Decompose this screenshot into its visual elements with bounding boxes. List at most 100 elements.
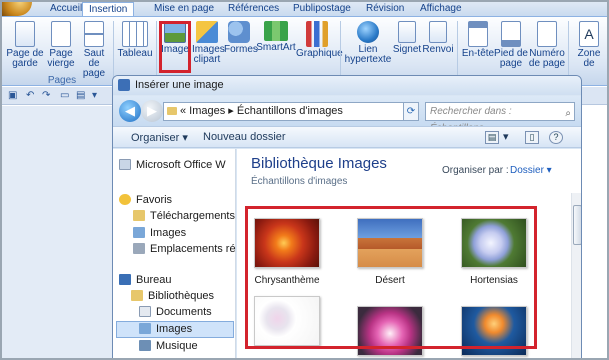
- navigation-pane: Microsoft Office W Favoris Téléchargemen…: [113, 149, 236, 358]
- document-area: [2, 106, 112, 358]
- tab-insertion[interactable]: Insertion: [82, 2, 135, 17]
- nav-item-images-selected[interactable]: Images: [116, 321, 234, 338]
- undo-icon[interactable]: ↶: [26, 91, 38, 101]
- scrollbar-thumb[interactable]: [573, 205, 581, 245]
- desktop-icon: [119, 274, 131, 285]
- arrange-by-dropdown[interactable]: Dossier ▾: [510, 165, 552, 176]
- clipart-icon: [196, 21, 218, 43]
- nav-item-musique[interactable]: Musique: [139, 340, 198, 352]
- renvoi-button[interactable]: Renvoi: [422, 19, 454, 55]
- dialog-titlebar: Insérer une image: [113, 76, 581, 95]
- tab-revision[interactable]: Révision: [360, 2, 410, 16]
- separator: [340, 21, 341, 81]
- ribbon-tab-bar: Accueil Insertion Mise en page Référence…: [2, 2, 607, 17]
- tab-publipostage[interactable]: Publipostage: [287, 2, 357, 16]
- nav-item-images-fav[interactable]: Images: [133, 227, 186, 239]
- smartart-icon: [264, 21, 288, 41]
- office-icon: [119, 159, 131, 170]
- page-de-garde-button[interactable]: Page de garde: [6, 19, 44, 69]
- nouveau-dossier-button[interactable]: Nouveau dossier: [203, 131, 286, 143]
- format-icon[interactable]: ▭: [60, 91, 72, 101]
- tableau-button[interactable]: Tableau: [116, 19, 154, 59]
- vertical-scrollbar[interactable]: [571, 193, 581, 358]
- save-icon[interactable]: ▣: [8, 91, 20, 101]
- text-box-icon: A: [579, 21, 599, 47]
- lien-hypertexte-button[interactable]: Lien hypertexte: [344, 19, 392, 65]
- preview-pane-icon[interactable]: ▯: [525, 131, 539, 144]
- back-button[interactable]: ◀: [119, 100, 141, 122]
- dialog-icon: [118, 79, 130, 91]
- view-options-icon[interactable]: ▤: [485, 131, 499, 144]
- nav-item-telechargements[interactable]: Téléchargements: [133, 210, 235, 222]
- hyperlink-globe-icon: [357, 21, 379, 43]
- office-button[interactable]: [2, 2, 32, 16]
- libraries-icon: [131, 290, 143, 301]
- library-subtitle: Échantillons d'images: [251, 176, 348, 187]
- smartart-button[interactable]: SmartArt: [256, 19, 296, 53]
- address-bar: ◀ ▶ « Images ▸ Échantillons d'images ⟳ R…: [113, 96, 581, 134]
- image-button-highlight: [159, 21, 191, 73]
- nav-item-favoris[interactable]: Favoris: [119, 194, 172, 206]
- bookmark-icon: [398, 21, 416, 43]
- downloads-folder-icon: [133, 210, 145, 221]
- command-bar: Organiser ▾ Nouveau dossier ▤ ▾ ▯ ?: [113, 126, 581, 148]
- thumbnails-highlight: [245, 206, 537, 349]
- print-icon[interactable]: ▤: [76, 91, 88, 101]
- formes-button[interactable]: Formes: [224, 19, 258, 55]
- star-icon: [119, 194, 131, 205]
- nav-item-office[interactable]: Microsoft Office W: [119, 159, 226, 171]
- breadcrumb-path: « Images ▸ Échantillons d'images: [180, 105, 343, 117]
- folder-icon: [167, 107, 177, 115]
- blank-page-icon: [51, 21, 71, 47]
- search-input[interactable]: Rechercher dans : Échantillons... ⌕: [425, 102, 575, 134]
- chart-icon: [306, 21, 328, 47]
- separator: [457, 21, 458, 81]
- refresh-button[interactable]: ⟳: [403, 102, 419, 121]
- images-folder-icon: [133, 227, 145, 238]
- en-tete-button[interactable]: En-tête: [460, 19, 496, 59]
- music-icon: [139, 340, 151, 351]
- tab-mise-en-page[interactable]: Mise en page: [148, 2, 220, 16]
- table-icon: [122, 21, 148, 47]
- signet-button[interactable]: Signet: [392, 19, 422, 55]
- arrange-label: Organiser par :: [442, 165, 509, 176]
- view-dropdown-icon[interactable]: ▾: [503, 130, 509, 143]
- search-icon[interactable]: ⌕: [565, 105, 571, 122]
- separator: [113, 21, 114, 81]
- page-number-icon: [537, 21, 557, 47]
- shapes-icon: [228, 21, 250, 43]
- nav-item-bibliotheques[interactable]: Bibliothèques: [131, 290, 214, 302]
- menu-icon[interactable]: ▾: [92, 91, 104, 101]
- tab-references[interactable]: Références: [222, 2, 285, 16]
- recent-places-icon: [133, 243, 145, 254]
- library-title: Bibliothèque Images: [251, 155, 387, 172]
- redo-icon[interactable]: ↷: [42, 91, 54, 101]
- page-break-icon: [84, 21, 104, 47]
- breadcrumb[interactable]: « Images ▸ Échantillons d'images: [163, 102, 418, 121]
- header-icon: [468, 21, 488, 47]
- numero-de-page-button[interactable]: Numéro de page: [528, 19, 566, 69]
- separator: [156, 21, 157, 81]
- nav-item-documents[interactable]: Documents: [139, 306, 212, 318]
- forward-button[interactable]: ▶: [141, 100, 163, 122]
- nav-item-emplacements[interactable]: Emplacements ré: [133, 243, 236, 255]
- images-clipart-button[interactable]: Images clipart: [192, 19, 225, 65]
- word-window: Accueil Insertion Mise en page Référence…: [0, 0, 609, 360]
- documents-icon: [139, 306, 151, 317]
- graphique-button[interactable]: Graphique: [296, 19, 343, 59]
- help-icon[interactable]: ?: [549, 131, 563, 144]
- separator: [568, 21, 569, 81]
- pied-de-page-button[interactable]: Pied de page: [494, 19, 528, 69]
- images-library-icon: [139, 323, 151, 334]
- nav-item-bureau[interactable]: Bureau: [119, 274, 171, 286]
- group-label-pages: Pages: [47, 75, 77, 86]
- organiser-button[interactable]: Organiser ▾: [131, 131, 188, 144]
- zone-de-texte-button[interactable]: A Zone de: [572, 19, 606, 69]
- tab-affichage[interactable]: Affichage: [414, 2, 468, 16]
- page-vierge-button[interactable]: Page vierge: [46, 19, 76, 69]
- footer-icon: [501, 21, 521, 47]
- cross-reference-icon: [429, 21, 447, 43]
- cover-page-icon: [15, 21, 35, 47]
- dialog-title: Insérer une image: [135, 79, 224, 91]
- saut-de-page-button[interactable]: Saut de page: [78, 19, 110, 79]
